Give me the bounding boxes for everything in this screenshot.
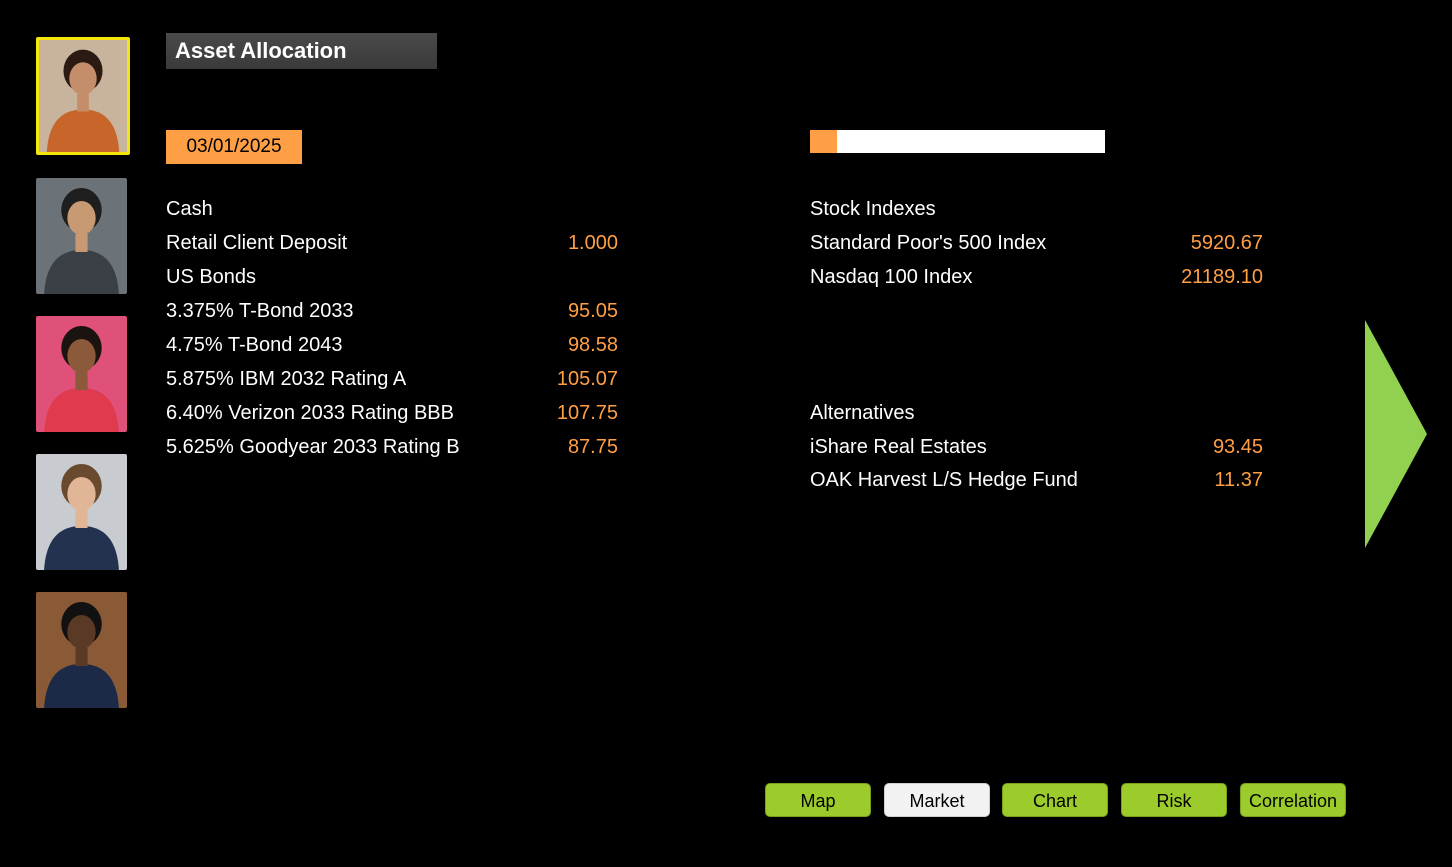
list-item: Stock Indexes xyxy=(810,194,1263,224)
portrait-graphic xyxy=(36,178,127,294)
portrait-face xyxy=(67,615,96,649)
avatar-woman-orange-blazer[interactable] xyxy=(36,37,130,155)
item-value: 95.05 xyxy=(567,300,618,322)
portrait-neck xyxy=(75,510,88,528)
portrait-neck xyxy=(75,648,88,666)
item-label: iShare Real Estates xyxy=(810,436,987,458)
item-value: 1.000 xyxy=(567,232,618,254)
item-label: Alternatives xyxy=(810,402,915,424)
list-item[interactable]: Retail Client Deposit 1.000 xyxy=(166,228,618,258)
item-value: 93.45 xyxy=(1212,436,1263,458)
list-item[interactable]: Nasdaq 100 Index 21189.10 xyxy=(810,262,1263,292)
avatar-man-navy-suit-arms-crossed[interactable] xyxy=(36,454,127,570)
portrait-face xyxy=(69,62,97,96)
list-item[interactable]: OAK Harvest L/S Hedge Fund 11.37 xyxy=(810,465,1263,495)
item-label: Standard Poor's 500 Index xyxy=(810,232,1047,254)
portrait-neck xyxy=(77,94,89,112)
avatar-woman-pink-background[interactable] xyxy=(36,316,127,432)
item-value: 98.58 xyxy=(567,334,618,356)
nav-button-correlation[interactable]: Correlation xyxy=(1240,783,1346,817)
portrait-face xyxy=(67,201,96,235)
list-item[interactable]: 5.625% Goodyear 2033 Rating B 87.75 xyxy=(166,432,618,462)
portrait-graphic xyxy=(36,592,127,708)
nav-button-market[interactable]: Market xyxy=(884,783,990,817)
avatar-man-grey-suit-tablet[interactable] xyxy=(36,178,127,294)
portrait-neck xyxy=(75,372,88,390)
page-title: Asset Allocation xyxy=(166,33,437,69)
list-item: Cash xyxy=(166,194,618,224)
item-label: 5.875% IBM 2032 Rating A xyxy=(166,368,407,390)
portrait-face xyxy=(67,477,96,511)
item-label: Stock Indexes xyxy=(810,198,936,220)
item-label: US Bonds xyxy=(166,266,257,288)
item-label: OAK Harvest L/S Hedge Fund xyxy=(810,469,1078,491)
item-value: 87.75 xyxy=(567,436,618,458)
item-label: 4.75% T-Bond 2043 xyxy=(166,334,343,356)
item-value: 21189.10 xyxy=(1181,266,1263,288)
portrait-neck xyxy=(75,234,88,252)
nav-button-chart[interactable]: Chart xyxy=(1002,783,1108,817)
date-badge: 03/01/2025 xyxy=(166,130,302,164)
portrait-graphic xyxy=(36,316,127,432)
item-value: 105.07 xyxy=(556,368,618,390)
list-item[interactable]: 3.375% T-Bond 2033 95.05 xyxy=(166,296,618,326)
progress-bar xyxy=(810,130,1105,153)
list-item[interactable]: 6.40% Verizon 2033 Rating BBB 107.75 xyxy=(166,398,618,428)
item-label: 5.625% Goodyear 2033 Rating B xyxy=(166,436,460,458)
nav-button-map[interactable]: Map xyxy=(765,783,871,817)
portrait-face xyxy=(67,339,96,373)
portrait-graphic xyxy=(36,454,127,570)
list-item[interactable]: iShare Real Estates 93.45 xyxy=(810,432,1263,462)
list-item[interactable]: 4.75% T-Bond 2043 98.58 xyxy=(166,330,618,360)
list-item: Alternatives xyxy=(810,398,1263,428)
item-label: Retail Client Deposit xyxy=(166,232,348,254)
avatar-man-navy-suit-bookshelf[interactable] xyxy=(36,592,127,708)
item-label: 3.375% T-Bond 2033 xyxy=(166,300,354,322)
progress-fill xyxy=(810,130,837,153)
list-item: US Bonds xyxy=(166,262,618,292)
triangle-right-icon[interactable] xyxy=(1365,320,1427,548)
next-arrow-shape xyxy=(1365,320,1427,548)
nav-button-risk[interactable]: Risk xyxy=(1121,783,1227,817)
item-value: 5920.67 xyxy=(1190,232,1263,254)
item-value: 107.75 xyxy=(556,402,618,424)
item-label: Nasdaq 100 Index xyxy=(810,266,973,288)
item-label: Cash xyxy=(166,198,213,220)
list-item[interactable]: Standard Poor's 500 Index 5920.67 xyxy=(810,228,1263,258)
list-item[interactable]: 5.875% IBM 2032 Rating A 105.07 xyxy=(166,364,618,394)
item-label: 6.40% Verizon 2033 Rating BBB xyxy=(166,402,454,424)
portrait-graphic xyxy=(39,40,127,152)
item-value: 11.37 xyxy=(1214,469,1263,491)
